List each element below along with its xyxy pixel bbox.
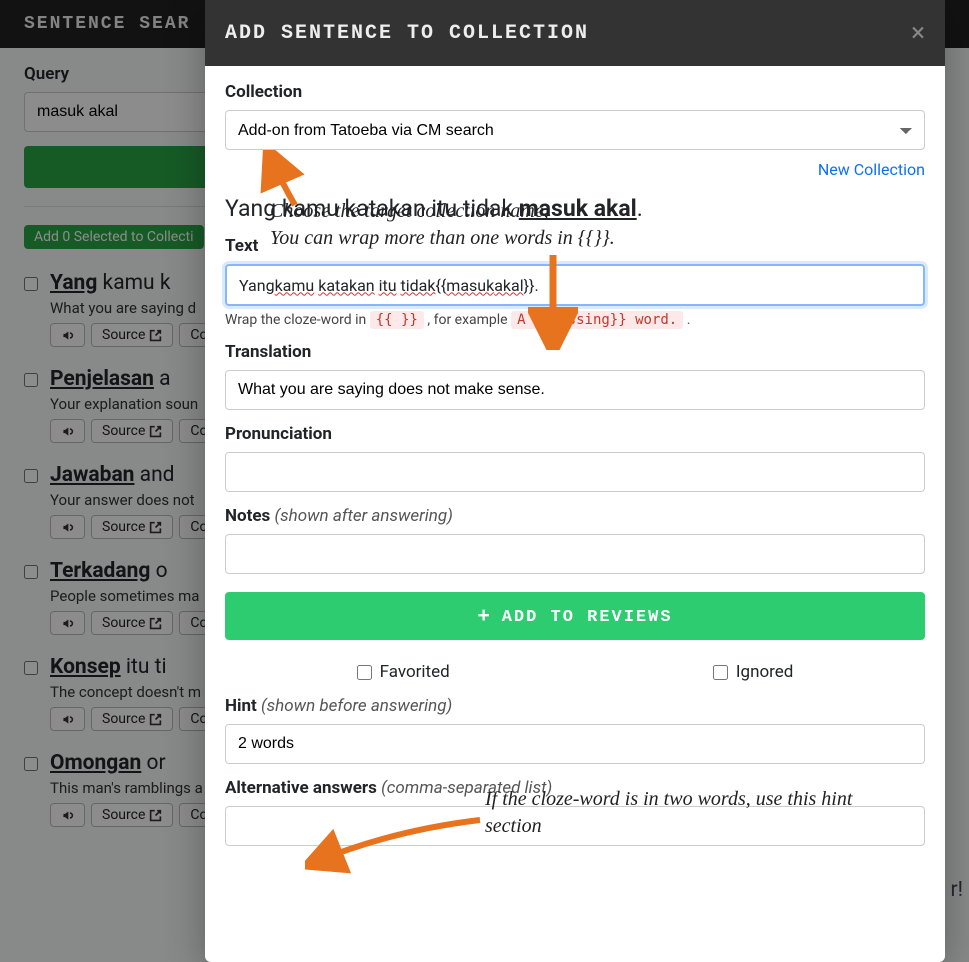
close-icon[interactable]: × (911, 18, 925, 48)
add-to-reviews-button[interactable]: +Add to reviews (225, 592, 925, 640)
hint-input[interactable] (225, 724, 925, 764)
new-collection-link[interactable]: New Collection (818, 160, 925, 179)
ignored-checkbox[interactable]: Ignored (713, 662, 793, 682)
plus-icon: + (477, 604, 491, 627)
collection-select[interactable]: Add-on from Tatoeba via CM search (225, 110, 925, 150)
alt-answers-label: Alternative answers (comma-separated lis… (225, 778, 925, 798)
translation-input[interactable] (225, 370, 925, 410)
translation-label: Translation (225, 342, 925, 362)
text-label: Text (225, 236, 925, 256)
collection-label: Collection (225, 82, 925, 102)
truncated-text-r: r! (950, 878, 963, 902)
pronunciation-label: Pronunciation (225, 424, 925, 444)
favorited-checkbox[interactable]: Favorited (357, 662, 450, 682)
pronunciation-input[interactable] (225, 452, 925, 492)
notes-input[interactable] (225, 534, 925, 574)
notes-label: Notes (shown after answering) (225, 506, 925, 526)
text-helper: Wrap the cloze-word in {{ }} , for examp… (225, 312, 925, 328)
modal-title: Add Sentence To Collection (225, 22, 589, 45)
add-sentence-modal: Add Sentence To Collection × Collection … (205, 0, 945, 962)
sentence-preview: Yang kamu katakan itu tidak masuk akal. (225, 195, 925, 222)
text-input[interactable]: Yang kamu katakan itu tidak {{ masuk aka… (225, 264, 925, 306)
alt-answers-input[interactable] (225, 806, 925, 846)
hint-label: Hint (shown before answering) (225, 696, 925, 716)
